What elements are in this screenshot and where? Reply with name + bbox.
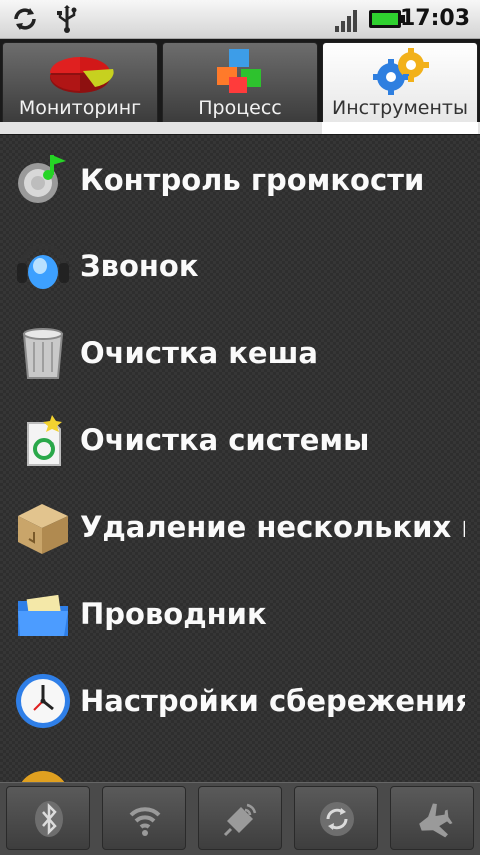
gps-icon (223, 803, 257, 837)
usb-icon (57, 5, 77, 33)
headphones-icon (17, 243, 69, 289)
tab-process-label: Процесс (198, 97, 282, 119)
wifi-icon (129, 807, 161, 836)
gears-icon (373, 48, 429, 95)
status-bar: 17:03 (0, 0, 480, 39)
cache-clean-label: Очистка кеша (80, 336, 318, 370)
sync-icon (320, 802, 354, 836)
bluetooth-icon (35, 801, 63, 837)
list-item-cache-clean[interactable]: Очистка кеша (0, 310, 480, 396)
bluetooth-toggle[interactable] (6, 786, 90, 850)
list-item-ringtone[interactable]: Звонок (0, 223, 480, 309)
partial-item-icon (21, 771, 65, 782)
cubes-icon (217, 49, 261, 93)
folder-icon (18, 594, 68, 636)
list-item-battery-settings[interactable]: Настройки сбережения батареи (0, 658, 480, 744)
ringtone-label: Звонок (80, 249, 199, 283)
tools-list: Контроль громкости Звонок Очистка кеша О… (0, 135, 480, 782)
pie-chart-icon (50, 56, 114, 93)
signal-icon (335, 10, 357, 32)
batch-uninstall-label: Удаление нескольких программ (80, 510, 465, 544)
battery-settings-label: Настройки сбережения батареи (80, 684, 465, 718)
tab-process[interactable]: Процесс (162, 42, 318, 126)
clock-icon (16, 674, 70, 728)
recycle-icon (27, 415, 62, 466)
airplane-icon (419, 803, 453, 838)
list-item-batch-uninstall[interactable]: Удаление нескольких программ (0, 484, 480, 570)
wifi-toggle[interactable] (102, 786, 186, 850)
tab-tools-label: Инструменты (332, 97, 468, 119)
sync-toggle[interactable] (294, 786, 378, 850)
list-item-system-clean[interactable]: Очистка системы (0, 397, 480, 483)
tab-indicator-active (322, 122, 478, 134)
tab-indicator (0, 122, 480, 134)
airplane-toggle[interactable] (390, 786, 474, 850)
trash-bin-icon (22, 328, 64, 379)
gps-toggle[interactable] (198, 786, 282, 850)
system-clean-label: Очистка системы (80, 423, 370, 457)
list-item-volume-control[interactable]: Контроль громкости (0, 137, 480, 223)
quick-toggle-bar (0, 782, 480, 855)
clock: 17:03 (399, 6, 470, 31)
tab-monitoring-label: Мониторинг (18, 97, 142, 119)
volume-control-label: Контроль громкости (80, 163, 425, 197)
tab-bar: Мониторинг Процесс Инструменты (0, 39, 480, 135)
tab-tools[interactable]: Инструменты (322, 42, 478, 126)
speaker-note-icon (18, 155, 66, 203)
tab-monitoring[interactable]: Мониторинг (2, 42, 158, 126)
file-explorer-label: Проводник (80, 597, 267, 631)
package-box-icon (18, 504, 68, 554)
list-item-partial[interactable] (0, 745, 480, 782)
list-item-file-explorer[interactable]: Проводник (0, 571, 480, 657)
sync-icon (14, 8, 36, 30)
